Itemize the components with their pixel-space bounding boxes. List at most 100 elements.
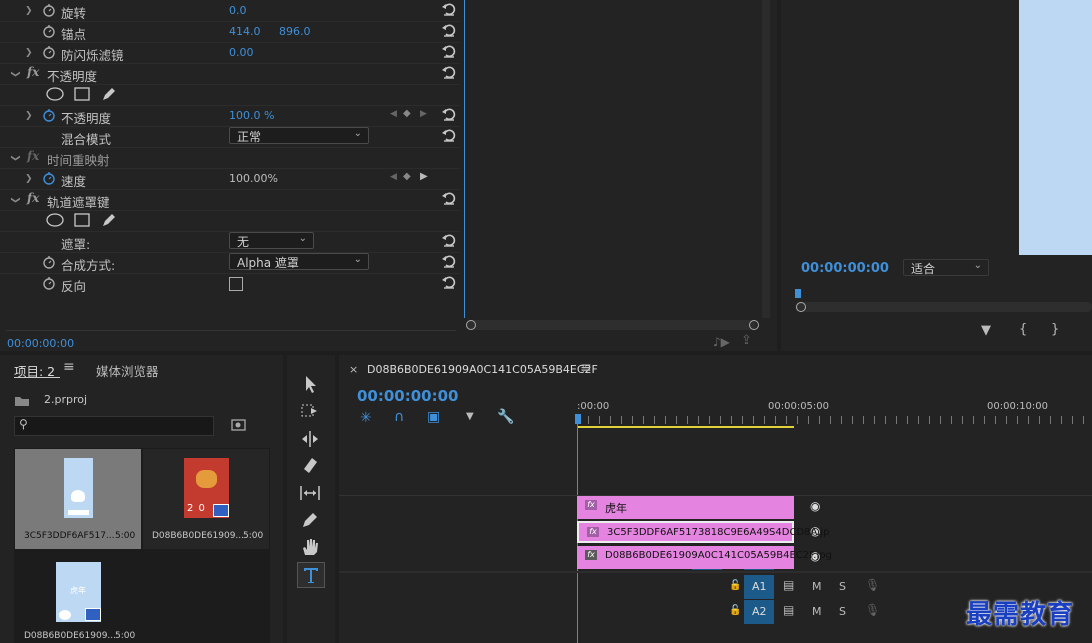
export-icon[interactable]: ⇪ — [741, 333, 752, 348]
track-target-a1[interactable]: A1 — [744, 575, 774, 599]
menu-icon[interactable]: ≡ — [580, 360, 592, 376]
microphone-icon[interactable]: 🎙 — [865, 578, 880, 592]
blend-mode-select[interactable]: 正常 ⌄ — [229, 127, 369, 144]
project-item[interactable]: 3C5F3DDF6AF517... 5:00 — [15, 449, 141, 549]
clip-v3[interactable]: fx 虎年 — [577, 496, 794, 519]
project-item[interactable]: 虎年 D08B6B0DE61909... 5:00 — [15, 552, 141, 643]
clip-v2[interactable]: fx 3C5F3DDF6AF5173818C9E6A49S4DCD8A.jp — [577, 521, 829, 543]
sync-icon[interactable]: ▤ — [783, 578, 794, 592]
program-zoom-bar[interactable] — [795, 302, 1092, 312]
tab-media-browser[interactable]: 媒体浏览器 — [96, 361, 159, 380]
add-marker-icon[interactable]: ▼ — [466, 411, 474, 422]
selection-tool[interactable] — [297, 372, 323, 396]
reset-icon[interactable] — [441, 1, 457, 17]
mute-button[interactable]: M — [812, 580, 822, 593]
stopwatch-icon[interactable] — [42, 3, 56, 17]
anchor-x-value[interactable]: 414.0 — [229, 25, 261, 38]
stopwatch-icon[interactable] — [42, 45, 56, 59]
fx-icon[interactable]: fx — [27, 65, 39, 79]
ec-timecode[interactable]: 00:00:00:00 — [7, 337, 74, 350]
reset-icon[interactable] — [441, 43, 457, 59]
mark-out-icon[interactable]: } — [1051, 322, 1059, 337]
opacity-value[interactable]: 100.0 % — [229, 109, 274, 122]
project-item[interactable]: 2 0 D08B6B0DE61909... 5:00 — [143, 449, 269, 549]
lock-icon[interactable]: 🔓 — [729, 605, 741, 616]
expand-arrow-icon[interactable]: ❯ — [25, 6, 33, 16]
stopwatch-icon[interactable] — [42, 24, 56, 38]
expand-arrow-icon[interactable]: ❯ — [25, 174, 33, 184]
timeline-playhead[interactable] — [575, 414, 581, 424]
work-area-bar[interactable] — [577, 426, 794, 428]
reset-icon[interactable] — [441, 64, 457, 80]
snap-magnet-icon[interactable]: ∩ — [394, 409, 404, 425]
linked-selection-icon[interactable]: ▣ — [427, 409, 440, 425]
stopwatch-active-icon[interactable] — [42, 171, 56, 185]
lock-icon[interactable]: 🔓 — [729, 580, 741, 591]
program-timecode[interactable]: 00:00:00:00 — [801, 261, 889, 276]
pen-mask-icon[interactable] — [101, 212, 117, 228]
sequence-tab[interactable]: D08B6B0DE61909A0C141C05A59B4EC2F — [367, 363, 598, 376]
program-playhead[interactable] — [795, 289, 801, 298]
track-target-a2[interactable]: A2 — [744, 600, 774, 624]
sync-icon[interactable]: ▤ — [783, 603, 794, 617]
next-keyframe-icon[interactable]: ▶ — [420, 109, 427, 119]
razor-tool[interactable] — [297, 453, 323, 477]
antiflicker-value[interactable]: 0.00 — [229, 46, 254, 59]
pen-mask-icon[interactable] — [101, 86, 117, 102]
ec-scrollbar[interactable] — [762, 0, 770, 318]
ripple-edit-tool[interactable] — [297, 427, 323, 451]
collapse-arrow-icon[interactable]: ❯ — [10, 70, 20, 78]
stopwatch-icon[interactable] — [42, 276, 56, 290]
solo-button[interactable]: S — [839, 605, 846, 618]
anchor-y-value[interactable]: 896.0 — [279, 25, 311, 38]
reset-icon[interactable] — [441, 106, 457, 122]
hand-tool[interactable] — [297, 535, 323, 559]
ec-zoom-bar[interactable] — [466, 320, 756, 330]
type-tool[interactable] — [297, 562, 325, 588]
expand-arrow-icon[interactable]: ❯ — [25, 111, 33, 121]
fx-icon[interactable]: fx — [27, 149, 39, 163]
solo-button[interactable]: S — [839, 580, 846, 593]
add-keyframe-icon[interactable]: ◆ — [403, 171, 411, 182]
close-icon[interactable]: × — [349, 363, 358, 376]
add-marker-icon[interactable]: ▼ — [981, 323, 991, 338]
rotation-value[interactable]: 0.0 — [229, 4, 247, 17]
nest-icon[interactable]: ✳ — [360, 410, 372, 426]
stopwatch-active-icon[interactable] — [42, 108, 56, 122]
add-keyframe-icon[interactable]: ◆ — [403, 108, 411, 119]
reset-icon[interactable] — [441, 232, 457, 248]
search-input[interactable]: ⚲ — [14, 416, 214, 436]
stopwatch-icon[interactable] — [42, 255, 56, 269]
reset-icon[interactable] — [441, 127, 457, 143]
prev-keyframe-icon[interactable]: ◀ — [390, 109, 397, 119]
program-zoom-handle[interactable] — [796, 302, 806, 312]
wrench-icon[interactable]: 🔧 — [497, 409, 514, 425]
reset-icon[interactable] — [441, 190, 457, 206]
prev-keyframe-icon[interactable]: ◀ — [390, 172, 397, 182]
ellipse-mask-icon[interactable] — [46, 87, 64, 101]
mute-button[interactable]: M — [812, 605, 822, 618]
reset-icon[interactable] — [441, 274, 457, 290]
matte-select[interactable]: 无 ⌄ — [229, 232, 314, 249]
find-icon[interactable] — [231, 418, 247, 432]
collapse-arrow-icon[interactable]: ❯ — [10, 196, 20, 204]
collapse-arrow-icon[interactable]: ❯ — [10, 154, 20, 162]
fit-select[interactable]: 适合 ⌄ — [903, 259, 989, 276]
eye-icon[interactable]: ◉ — [810, 499, 820, 513]
ec-playhead-line[interactable] — [464, 0, 465, 318]
reset-icon[interactable] — [441, 22, 457, 38]
speed-value[interactable]: 100.00% — [229, 172, 278, 185]
ec-zoom-handle-left[interactable] — [466, 320, 476, 330]
rectangle-mask-icon[interactable] — [74, 87, 90, 101]
ec-zoom-handle-right[interactable] — [749, 320, 759, 330]
reset-icon[interactable] — [441, 253, 457, 269]
fx-icon[interactable]: fx — [27, 191, 39, 205]
pen-tool[interactable] — [297, 508, 323, 532]
slip-tool[interactable] — [297, 481, 323, 505]
timeline-timecode[interactable]: 00:00:00:00 — [357, 387, 459, 405]
expand-arrow-icon[interactable]: ❯ — [25, 48, 33, 58]
reverse-checkbox[interactable] — [229, 277, 243, 291]
ellipse-mask-icon[interactable] — [46, 213, 64, 227]
rectangle-mask-icon[interactable] — [74, 213, 90, 227]
clip-v1[interactable]: fx D08B6B0DE61909A0C141C05A59B4EC2F.jpg — [577, 546, 832, 569]
